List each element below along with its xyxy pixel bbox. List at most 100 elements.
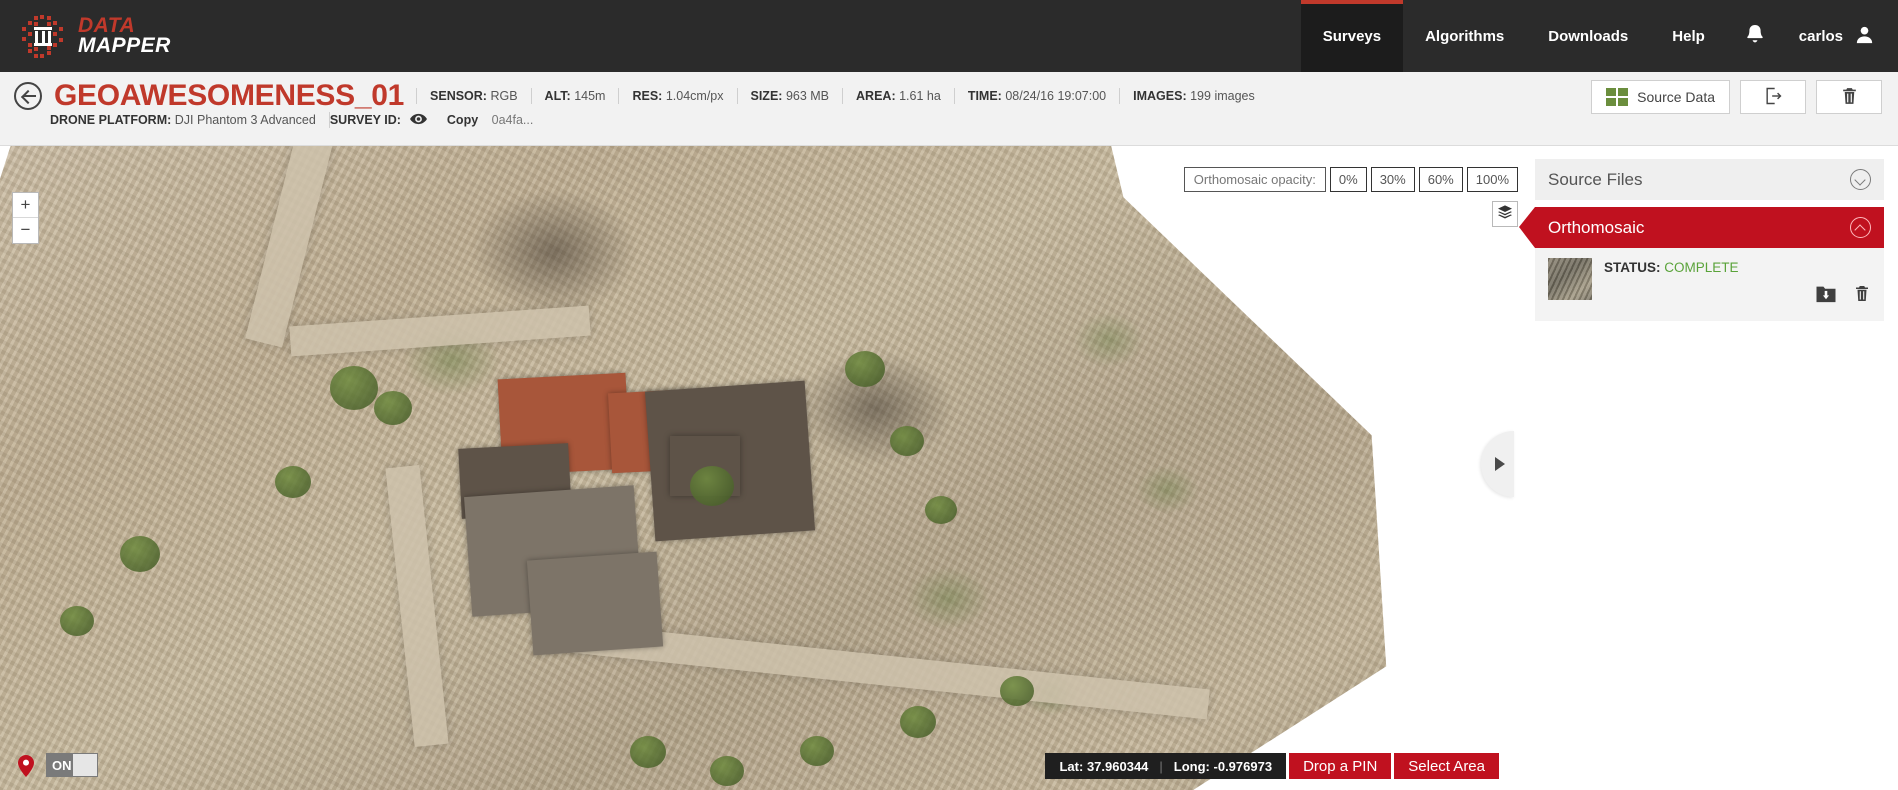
nav-label-surveys: Surveys (1322, 27, 1382, 45)
meta-alt: ALT: 145m (530, 88, 619, 104)
opacity-label: Orthomosaic opacity: (1183, 167, 1326, 192)
header-actions: Source Data (1591, 80, 1882, 114)
map-viewport[interactable]: + − Orthomosaic opacity: 0% 30% 60% 100%… (0, 146, 1898, 790)
map-road (570, 622, 1210, 720)
back-arrow-icon[interactable] (14, 82, 42, 110)
map-zoom-controls: + − (12, 192, 39, 244)
map-vegetation (710, 756, 744, 786)
export-icon (1763, 86, 1783, 109)
copy-survey-id-button[interactable]: Copy (447, 113, 478, 127)
drone-platform-key: DRONE PLATFORM: (50, 113, 172, 127)
source-files-section-header[interactable]: Source Files (1535, 159, 1884, 200)
chevron-right-icon (1494, 457, 1505, 471)
user-avatar-icon (1853, 23, 1876, 50)
nav-item-algorithms[interactable]: Algorithms (1403, 0, 1526, 72)
map-road (245, 146, 333, 348)
orthomosaic-section-body: STATUS: COMPLETE (1535, 248, 1884, 321)
latitude-value: 37.960344 (1086, 758, 1149, 774)
nav-item-downloads[interactable]: Downloads (1526, 0, 1650, 72)
chevron-down-icon[interactable] (1850, 169, 1871, 190)
meta-res-value: 1.04cm/px (665, 89, 724, 103)
trash-icon[interactable] (1853, 284, 1871, 308)
map-vegetation (630, 736, 666, 768)
status-key: STATUS: (1604, 260, 1661, 275)
geolocation-toggle-group: ON (18, 753, 98, 777)
meta-res-key: RES: (632, 89, 663, 103)
map-vegetation (800, 736, 834, 766)
latitude-key: Lat: (1059, 758, 1084, 774)
drop-a-pin-button[interactable]: Drop a PIN (1289, 753, 1392, 779)
user-menu[interactable]: carlos (1783, 0, 1898, 72)
map-vegetation (845, 351, 885, 387)
longitude-readout: Long: -0.976973 (1174, 759, 1272, 774)
coordinate-action-bar: Lat: 37.960344 | Long: -0.976973 Drop a … (1045, 753, 1499, 779)
nav-label-help: Help (1672, 27, 1705, 45)
meta-time: TIME: 08/24/16 19:07:00 (953, 88, 1119, 104)
meta-images: IMAGES: 199 images (1119, 88, 1268, 104)
meta-size: SIZE: 963 MB (736, 88, 843, 104)
nav-label-downloads: Downloads (1548, 27, 1629, 45)
meta-survey-id: SURVEY ID: Copy 0a4fa... (328, 112, 547, 128)
layers-button[interactable] (1492, 201, 1518, 227)
select-area-button[interactable]: Select Area (1394, 753, 1499, 779)
orthomosaic-layer (0, 146, 1387, 790)
map-vegetation (1000, 676, 1034, 706)
survey-header-secondary-row: DRONE PLATFORM: DJI Phantom 3 Advanced S… (50, 112, 546, 128)
coordinate-readout: Lat: 37.960344 | Long: -0.976973 (1045, 753, 1287, 779)
survey-id-value: 0a4fa... (491, 113, 534, 127)
zoom-in-button[interactable]: + (13, 193, 38, 218)
bell-icon (1743, 22, 1767, 51)
green-grid-icon (1606, 88, 1629, 106)
meta-alt-key: ALT: (544, 89, 571, 103)
drone-platform-value: DJI Phantom 3 Advanced (174, 113, 316, 127)
meta-size-key: SIZE: (750, 89, 783, 103)
opacity-option-60[interactable]: 60% (1418, 167, 1463, 192)
source-files-title: Source Files (1548, 169, 1643, 189)
map-vegetation (900, 706, 936, 738)
map-road (385, 464, 449, 748)
meta-sensor-value: RGB (490, 89, 518, 103)
survey-header-primary-row: GEOAWESOMENESS_01 SENSOR: RGB ALT: 145m … (14, 79, 1268, 113)
source-data-button[interactable]: Source Data (1591, 80, 1730, 114)
map-road (289, 305, 591, 357)
download-icon[interactable] (1815, 284, 1837, 308)
opacity-option-100[interactable]: 100% (1466, 167, 1518, 192)
map-vegetation (690, 466, 734, 506)
map-vegetation (374, 391, 412, 425)
meta-sensor-key: SENSOR: (430, 89, 487, 103)
meta-alt-value: 145m (574, 89, 606, 103)
geolocation-toggle[interactable]: ON (46, 753, 98, 777)
orthomosaic-section-header[interactable]: Orthomosaic (1519, 207, 1884, 248)
opacity-option-30[interactable]: 30% (1370, 167, 1415, 192)
notifications-button[interactable] (1727, 0, 1783, 72)
eye-icon[interactable] (410, 113, 428, 125)
longitude-value: -0.976973 (1213, 758, 1273, 774)
orthomosaic-row-actions (1604, 284, 1871, 308)
meta-images-key: IMAGES: (1133, 89, 1187, 103)
meta-sensor: SENSOR: RGB (416, 88, 531, 104)
layers-icon (1497, 204, 1513, 225)
orthomosaic-thumbnail[interactable] (1548, 258, 1592, 300)
brand-logo[interactable]: DATA MAPPER (0, 0, 171, 72)
chevron-up-icon[interactable] (1850, 217, 1871, 238)
meta-time-key: TIME: (967, 89, 1002, 103)
source-data-label: Source Data (1637, 89, 1715, 105)
map-building (526, 551, 664, 656)
nav-item-help[interactable]: Help (1650, 0, 1727, 72)
coordinate-separator: | (1159, 758, 1163, 774)
latitude-readout: Lat: 37.960344 (1059, 759, 1148, 774)
brand-wordmark: DATA MAPPER (78, 15, 171, 57)
zoom-out-button[interactable]: − (13, 218, 38, 243)
map-pin-icon (18, 754, 34, 777)
nav-item-surveys[interactable]: Surveys (1300, 0, 1404, 72)
opacity-option-0[interactable]: 0% (1329, 167, 1367, 192)
map-vegetation (330, 366, 378, 410)
meta-size-value: 963 MB (785, 89, 830, 103)
layers-side-panel: Source Files Orthomosaic STATUS: COMPLET… (1519, 146, 1898, 790)
delete-survey-button[interactable] (1816, 80, 1882, 114)
brand-line-2: MAPPER (78, 34, 171, 57)
panel-toggle-button[interactable] (1481, 431, 1514, 497)
export-button[interactable] (1740, 80, 1806, 114)
nav-label-algorithms: Algorithms (1425, 27, 1505, 45)
